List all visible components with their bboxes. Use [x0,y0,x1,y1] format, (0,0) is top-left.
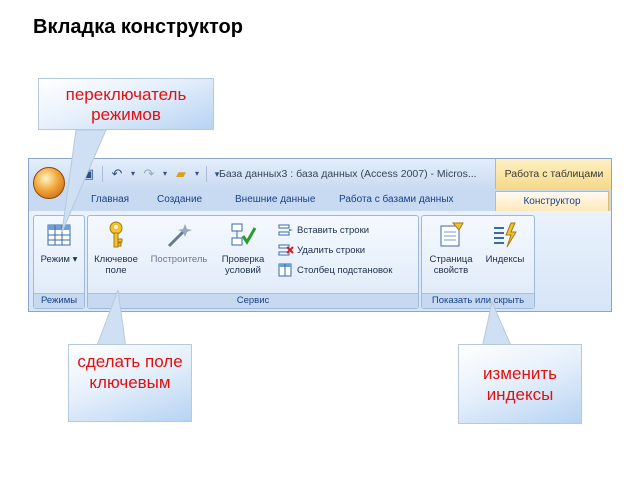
callout-key-text: сделать поле ключевым [77,352,183,392]
callout-modes-text: переключатель режимов [65,85,187,124]
callout-key: сделать поле ключевым [68,344,192,422]
callout-indexes: изменить индексы [458,344,582,424]
callout-modes: переключатель режимов [38,78,214,130]
callout-indexes-text: изменить индексы [483,364,557,404]
callout-pointer-key [95,289,127,349]
callout-pointer-indexes [481,300,513,349]
callout-pointer-modes [61,129,107,233]
